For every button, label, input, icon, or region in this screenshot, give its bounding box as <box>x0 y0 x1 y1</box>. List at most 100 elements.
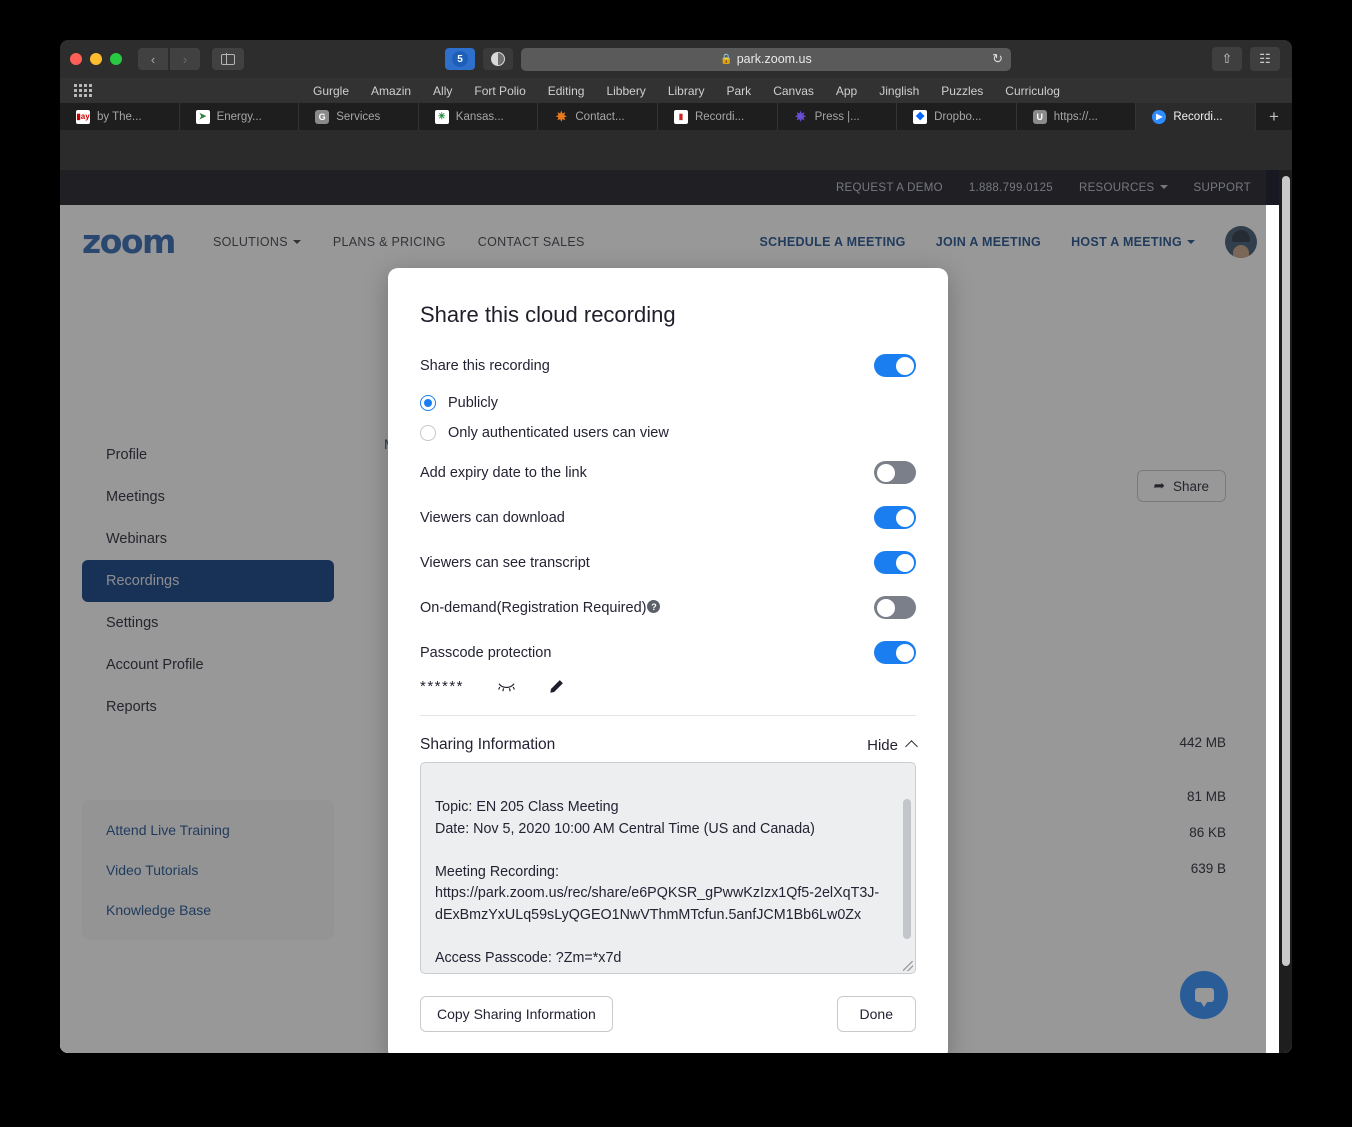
pencil-icon[interactable] <box>549 679 564 694</box>
tab-overview-icon[interactable]: ☷ <box>1250 47 1280 71</box>
sharing-information-text: Topic: EN 205 Class Meeting Date: Nov 5,… <box>435 799 880 966</box>
browser-tab[interactable]: ▮ay by The... <box>60 103 180 130</box>
address-area: 5 🔒 park.zoom.us ↻ <box>244 47 1212 71</box>
modal-divider <box>420 715 916 716</box>
apps-grid-icon[interactable] <box>74 84 95 97</box>
page-viewport: REQUEST A DEMO 1.888.799.0125 RESOURCES … <box>60 170 1292 1053</box>
zoom-icon: ▶ <box>1152 109 1167 124</box>
textarea-scrollbar-thumb[interactable] <box>903 799 911 939</box>
browser-tab[interactable]: ✳ Kansas... <box>419 103 539 130</box>
maximize-window-button[interactable] <box>110 53 122 65</box>
tab-title: Contact... <box>575 110 625 123</box>
favorite-link[interactable]: Park <box>727 84 752 98</box>
back-button[interactable]: ‹ <box>138 48 168 70</box>
on-demand-row: On-demand(Registration Required)? <box>420 596 916 619</box>
viewers-download-toggle[interactable] <box>874 506 916 529</box>
favorite-link[interactable]: Puzzles <box>941 84 983 98</box>
favorite-link[interactable]: Fort Polio <box>474 84 525 98</box>
tab-title: Dropbo... <box>934 110 982 123</box>
close-window-button[interactable] <box>70 53 82 65</box>
browser-tab[interactable]: ❖ Dropbo... <box>897 103 1017 130</box>
favorite-link[interactable]: Curriculog <box>1005 84 1060 98</box>
reload-icon[interactable]: ↻ <box>992 51 1003 67</box>
dropbox-icon: ❖ <box>913 109 928 124</box>
favorite-link[interactable]: Editing <box>548 84 585 98</box>
share-recording-toggle[interactable] <box>874 354 916 377</box>
share-recording-modal: Share this cloud recording Share this re… <box>388 268 948 1053</box>
help-icon[interactable]: ? <box>647 600 661 613</box>
done-button[interactable]: Done <box>836 996 916 1032</box>
expiry-date-label: Add expiry date to the link <box>420 464 587 481</box>
share-icon[interactable]: ⇧ <box>1212 47 1242 71</box>
browser-tab[interactable]: ▮ Recordi... <box>658 103 778 130</box>
lock-icon: 🔒 <box>720 53 733 65</box>
viewers-download-label: Viewers can download <box>420 509 565 526</box>
modal-actions: Copy Sharing Information Done <box>420 996 916 1032</box>
toggle-knob <box>876 598 895 617</box>
passcode-protection-row: Passcode protection <box>420 641 916 664</box>
browser-tab[interactable]: ➤ Energy... <box>180 103 300 130</box>
favorite-link[interactable]: App <box>836 84 857 98</box>
textarea-resize-handle[interactable] <box>903 961 913 971</box>
forward-button[interactable]: › <box>170 48 200 70</box>
favorite-link[interactable]: Libbery <box>606 84 645 98</box>
on-demand-toggle[interactable] <box>874 596 916 619</box>
tab-title: Press |... <box>814 110 860 123</box>
browser-window: ‹ › 5 🔒 park.zoom.us ↻ ⇧ ☷ Gurgle Amazin… <box>60 40 1292 1053</box>
radio-button-selected[interactable] <box>420 395 436 411</box>
toggle-knob <box>895 508 914 527</box>
page-scrollbar-track[interactable] <box>1279 170 1292 1053</box>
toggle-knob <box>895 643 914 662</box>
modal-title: Share this cloud recording <box>420 302 676 327</box>
viewers-transcript-toggle[interactable] <box>874 551 916 574</box>
favorites-bar: Gurgle Amazin Ally Fort Polio Editing Li… <box>60 78 1292 103</box>
expiry-date-toggle[interactable] <box>874 461 916 484</box>
radio-button-unselected[interactable] <box>420 425 436 441</box>
extension-count-badge: 5 <box>452 51 468 67</box>
extension-badge-button[interactable]: 5 <box>445 48 475 70</box>
copy-sharing-information-button[interactable]: Copy Sharing Information <box>420 996 613 1032</box>
address-bar[interactable]: 🔒 park.zoom.us ↻ <box>521 47 1011 71</box>
page-content: REQUEST A DEMO 1.888.799.0125 RESOURCES … <box>60 170 1279 1053</box>
window-controls <box>70 53 122 65</box>
sidebar-icon <box>221 53 235 65</box>
favorite-link[interactable]: Ally <box>433 84 452 98</box>
tab-title: Recordi... <box>694 110 745 123</box>
page-scrollbar-thumb[interactable] <box>1282 176 1290 966</box>
browser-tab[interactable]: ✵ Press |... <box>778 103 898 130</box>
favorite-link[interactable]: Library <box>668 84 705 98</box>
sharing-information-header: Sharing Information Hide <box>420 736 918 754</box>
browser-tab-active[interactable]: ▶ Recordi... <box>1136 103 1256 130</box>
radio-authenticated-label: Only authenticated users can view <box>448 425 669 441</box>
favorite-link[interactable]: Gurgle <box>313 84 349 98</box>
new-tab-button[interactable]: + <box>1256 103 1292 130</box>
tab-bar: ▮ay by The... ➤ Energy... G Services ✳ K… <box>60 103 1292 130</box>
sidebar-toggle-button[interactable] <box>212 48 244 70</box>
favorite-link[interactable]: Amazin <box>371 84 411 98</box>
browser-tab[interactable]: U https://... <box>1017 103 1137 130</box>
browser-tab[interactable]: G Services <box>299 103 419 130</box>
radio-authenticated[interactable]: Only authenticated users can view <box>420 425 916 441</box>
browser-tab[interactable]: ✵ Contact... <box>538 103 658 130</box>
hide-label: Hide <box>867 736 898 754</box>
favorite-link[interactable]: Jinglish <box>879 84 919 98</box>
passcode-value-row: ****** <box>420 678 916 695</box>
on-demand-label-wrap: On-demand(Registration Required)? <box>420 600 661 616</box>
sharing-information-textarea[interactable]: Topic: EN 205 Class Meeting Date: Nov 5,… <box>420 762 916 974</box>
chevron-up-icon <box>905 740 918 753</box>
viewers-download-row: Viewers can download <box>420 506 916 529</box>
minimize-window-button[interactable] <box>90 53 102 65</box>
hide-sharing-info-button[interactable]: Hide <box>867 736 918 754</box>
share-recording-label: Share this recording <box>420 357 550 374</box>
eye-closed-icon[interactable] <box>498 682 515 692</box>
tab-title: Services <box>336 110 381 123</box>
radio-publicly[interactable]: Publicly <box>420 395 916 411</box>
favorites-links: Gurgle Amazin Ally Fort Polio Editing Li… <box>313 84 1060 98</box>
passcode-masked-value: ****** <box>420 678 465 695</box>
firefox-icon: ✵ <box>555 109 567 124</box>
privacy-shield-button[interactable] <box>483 48 513 70</box>
expiry-date-row: Add expiry date to the link <box>420 461 916 484</box>
favorite-link[interactable]: Canvas <box>773 84 814 98</box>
viewers-transcript-row: Viewers can see transcript <box>420 551 916 574</box>
passcode-protection-toggle[interactable] <box>874 641 916 664</box>
